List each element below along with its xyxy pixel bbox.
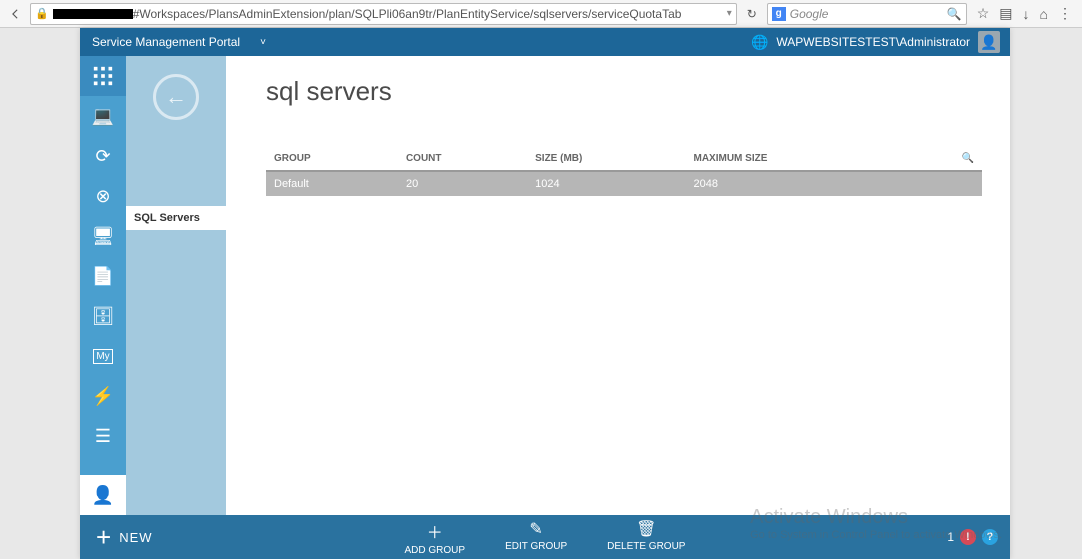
rail-plans-icon[interactable]: 📄 <box>80 256 126 296</box>
portal-title: Service Management Portal <box>80 35 252 49</box>
new-label: NEW <box>119 530 152 545</box>
rail-list-icon[interactable]: ☰ <box>80 416 126 456</box>
bookmark-icon[interactable]: ☆ <box>977 5 990 22</box>
delete-label: DELETE GROUP <box>607 541 685 552</box>
help-badge-icon[interactable]: ? <box>982 529 998 545</box>
icon-rail: 💻 ⟳ ⊗ 🖥 📄 🗄 My ⚡ ☰ 👤 <box>80 56 126 515</box>
portal-footer: + NEW ＋ ADD GROUP ✎ EDIT GROUP 🗑 DELETE … <box>80 515 1010 559</box>
url-text: #Workspaces/PlansAdminExtension/plan/SQL… <box>133 7 682 21</box>
content-area: sql servers GROUP COUNT SIZE (MB) MAXIMU… <box>226 56 1010 515</box>
footer-right: 1 ! ? <box>947 529 1010 545</box>
rail-websites-icon[interactable]: ⊗ <box>80 176 126 216</box>
search-placeholder: Google <box>790 7 829 21</box>
col-count[interactable]: COUNT <box>398 147 527 171</box>
delete-group-button[interactable]: 🗑 DELETE GROUP <box>607 519 685 556</box>
browser-toolbar: 🔒 #Workspaces/PlansAdminExtension/plan/S… <box>0 0 1082 28</box>
rail-monitor-icon[interactable]: 🖥 <box>80 216 126 256</box>
browser-search-box[interactable]: g Google 🔍 <box>767 3 967 25</box>
edit-group-button[interactable]: ✎ EDIT GROUP <box>505 519 567 556</box>
google-icon: g <box>772 7 786 21</box>
new-button[interactable]: + NEW <box>80 515 169 559</box>
table-row[interactable]: Default 20 1024 2048 <box>266 171 982 196</box>
lock-icon: 🔒 <box>35 7 49 20</box>
add-label: ADD GROUP <box>405 545 466 556</box>
browser-actions: ☆ ▤ ↓ ⌂ ⋮ <box>971 5 1078 22</box>
table-search-icon[interactable]: 🔍 <box>911 147 982 171</box>
user-area[interactable]: 🌐 WAPWEBSITESTEST\Administrator 👤 <box>741 31 1010 53</box>
quota-table: GROUP COUNT SIZE (MB) MAXIMUM SIZE 🔍 Def… <box>266 147 982 196</box>
edit-icon: ✎ <box>529 519 542 539</box>
user-name: WAPWEBSITESTEST\Administrator <box>776 35 970 49</box>
search-icon[interactable]: 🔍 <box>947 7 962 21</box>
plus-icon: + <box>96 524 111 550</box>
rail-user-accounts-icon[interactable]: 👤 <box>80 475 126 515</box>
portal-menu-chevron-icon[interactable]: ˅ <box>252 37 274 48</box>
browser-back-button[interactable] <box>4 3 26 25</box>
sidebar-tab-label: SQL Servers <box>134 212 200 224</box>
url-dropdown-icon[interactable]: ▾ <box>727 8 732 19</box>
rail-mysql-icon[interactable]: My <box>80 336 126 376</box>
library-icon[interactable]: ▤ <box>999 5 1012 22</box>
cell-count: 20 <box>398 171 527 196</box>
table-header-row: GROUP COUNT SIZE (MB) MAXIMUM SIZE 🔍 <box>266 147 982 171</box>
trash-icon: 🗑 <box>636 519 656 539</box>
rail-vm-icon[interactable]: 💻 <box>80 96 126 136</box>
col-max[interactable]: MAXIMUM SIZE <box>686 147 911 171</box>
notification-count[interactable]: 1 <box>947 530 954 544</box>
rail-runbooks-icon[interactable]: ⚡ <box>80 376 126 416</box>
portal-header: Service Management Portal ˅ 🌐 WAPWEBSITE… <box>80 28 1010 56</box>
back-button[interactable]: ← <box>153 74 199 120</box>
url-bar[interactable]: 🔒 #Workspaces/PlansAdminExtension/plan/S… <box>30 3 737 25</box>
reload-button[interactable]: ↻ <box>741 7 763 21</box>
footer-actions: ＋ ADD GROUP ✎ EDIT GROUP 🗑 DELETE GROUP <box>405 519 686 556</box>
rail-all-items[interactable] <box>80 56 126 96</box>
rail-sql-icon[interactable]: 🗄 <box>80 296 126 336</box>
cell-max: 2048 <box>686 171 911 196</box>
home-icon[interactable]: ⌂ <box>1040 6 1048 22</box>
downloads-icon[interactable]: ↓ <box>1023 6 1030 22</box>
cell-group: Default <box>266 171 398 196</box>
edit-label: EDIT GROUP <box>505 541 567 552</box>
col-size[interactable]: SIZE (MB) <box>527 147 685 171</box>
side-panel: ← SQL Servers <box>126 56 226 515</box>
globe-icon: 🌐 <box>751 34 768 51</box>
avatar-icon: 👤 <box>978 31 1000 53</box>
add-icon: ＋ <box>427 519 443 543</box>
add-group-button[interactable]: ＋ ADD GROUP <box>405 519 466 556</box>
rail-automation-icon[interactable]: ⟳ <box>80 136 126 176</box>
error-badge-icon[interactable]: ! <box>960 529 976 545</box>
page-title: sql servers <box>266 76 982 107</box>
portal-window: Service Management Portal ˅ 🌐 WAPWEBSITE… <box>80 28 1010 559</box>
portal-body: 💻 ⟳ ⊗ 🖥 📄 🗄 My ⚡ ☰ 👤 ← SQL Servers sql s… <box>80 56 1010 515</box>
redacted-host <box>53 9 133 19</box>
cell-size: 1024 <box>527 171 685 196</box>
col-group[interactable]: GROUP <box>266 147 398 171</box>
menu-icon[interactable]: ⋮ <box>1058 5 1072 22</box>
